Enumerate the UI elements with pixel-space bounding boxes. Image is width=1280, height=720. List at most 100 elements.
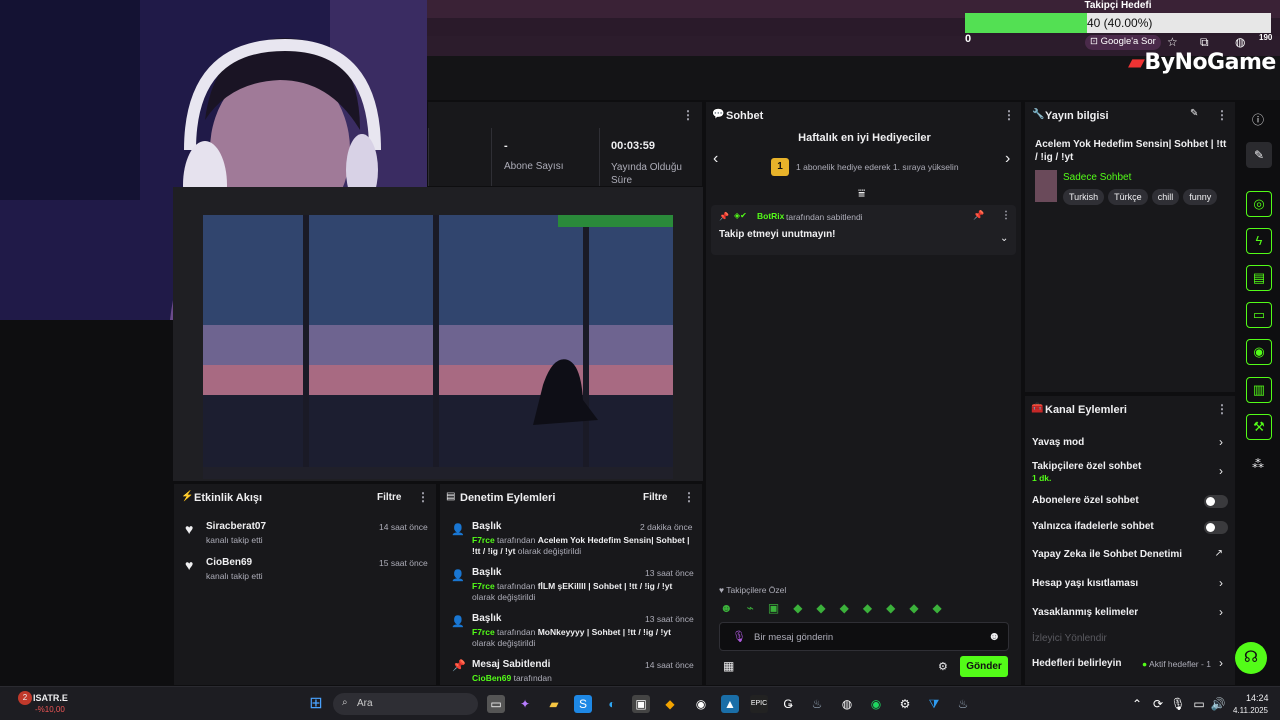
microphone-icon[interactable]: 🎙 (1169, 695, 1187, 713)
user-edit-icon: 👤 (451, 524, 465, 536)
emote-chat-toggle[interactable] (1204, 521, 1228, 534)
chevron-up-icon[interactable]: ⌃ (1128, 695, 1146, 713)
edge-icon[interactable]: ◐ (603, 695, 621, 713)
skype-icon[interactable]: S (574, 695, 592, 713)
ticker-name[interactable]: ISATR.E (33, 693, 68, 703)
slow-mode-row[interactable]: Yavaş mod › (1025, 432, 1235, 454)
windows-start-icon[interactable]: ⊞ (307, 695, 325, 713)
app-icon[interactable]: Ǥ (779, 695, 797, 713)
steam-icon[interactable]: ♨ (808, 695, 826, 713)
mod-user[interactable]: CioBen69 (472, 673, 511, 683)
mod-mid: tarafından (494, 581, 538, 591)
stream-preview-video[interactable] (203, 215, 673, 479)
store-app-icon[interactable]: ▣ (632, 695, 650, 713)
chat-title: Sohbet (726, 110, 764, 122)
photos-icon[interactable]: ▲ (721, 695, 739, 713)
chrome-icon[interactable]: ◉ (692, 695, 710, 713)
profile-icon[interactable]: ◍ (1235, 35, 1245, 49)
mod-user[interactable]: F7rce (472, 581, 495, 591)
tag: chill (1151, 189, 1180, 205)
activity-user[interactable]: Siracberat07 (206, 521, 266, 532)
mod-user[interactable]: F7rce (472, 535, 495, 545)
mod-filter-button[interactable]: Filtre (643, 492, 667, 503)
goals-status-text: Aktif hedefler - 1 (1149, 659, 1211, 669)
info-icon[interactable]: ⓘ (1252, 111, 1264, 128)
actions-more-icon[interactable]: ⋮ (1216, 402, 1228, 416)
bolt-tool-icon[interactable]: ϟ (1246, 228, 1272, 254)
volume-icon[interactable]: 🔊 (1209, 695, 1227, 713)
chat-input[interactable]: 🎙 Bir mesaj gönderin ☻ (719, 622, 1009, 651)
app-icon[interactable]: ◍ (838, 695, 856, 713)
emoji-icon[interactable]: ☻ (988, 629, 1001, 643)
pinned-more-icon[interactable]: ⋮ (1001, 210, 1011, 221)
google-ask-button[interactable]: ⊡ Google'a Sor (1085, 35, 1161, 50)
followers-chat-row[interactable]: Takipçilere özel sohbet 1 dk. › (1025, 458, 1235, 486)
file-explorer-icon[interactable]: ▰ (545, 695, 563, 713)
toolbox-icon: 🧰 (1031, 403, 1044, 414)
age-limit-row[interactable]: Hesap yaşı kısıtlaması › (1025, 573, 1235, 595)
copilot-icon[interactable]: ✦ (516, 695, 534, 713)
emote-bar[interactable]: ☻⌁▣◆◆◆◆◆◆◆ (720, 601, 1010, 617)
steam-icon[interactable]: ♨ (954, 695, 972, 713)
store-icon[interactable]: ▦ (723, 659, 734, 673)
google-lens-icon: ⊡ (1090, 36, 1101, 47)
mod-more-icon[interactable]: ⋮ (683, 490, 695, 504)
goals-label: Hedefleri belirleyin (1032, 658, 1122, 669)
task-view-icon[interactable]: ▭ (487, 695, 505, 713)
goals-row[interactable]: Hedefleri belirleyin ● Aktif hedefler - … (1025, 653, 1235, 675)
settings-icon[interactable]: ⚙ (938, 660, 948, 673)
mod-user[interactable]: F7rce (472, 627, 495, 637)
chevron-right-icon[interactable]: › (1005, 150, 1010, 168)
activity-user[interactable]: CioBen69 (206, 557, 252, 568)
clock-date[interactable]: 4.11.2025 (1233, 706, 1268, 715)
ai-mod-row[interactable]: Yapay Zeka ile Sohbet Denetimi ↗ (1025, 544, 1235, 566)
layout-tool-icon[interactable]: ▥ (1246, 377, 1272, 403)
info-more-icon[interactable]: ⋮ (1216, 108, 1228, 122)
chat-tool-icon[interactable]: ▭ (1246, 302, 1272, 328)
bot-badge-icon: ◈✔ (734, 211, 747, 220)
unpin-icon[interactable]: 📌 (973, 210, 984, 221)
tag: Turkish (1063, 189, 1105, 205)
edit-icon[interactable]: ✎ (1190, 108, 1198, 119)
camera-tool-icon[interactable]: ◎ (1246, 191, 1272, 217)
epic-games-icon[interactable]: EPIC (750, 695, 768, 713)
vscode-icon[interactable]: ⧩ (925, 695, 943, 713)
broadcast-tool-icon[interactable]: ◉ (1246, 339, 1272, 365)
chevron-right-icon: › (1219, 435, 1223, 449)
sync-icon[interactable]: ⟳ (1149, 695, 1167, 713)
mod-kind: Başlık (472, 613, 502, 624)
subs-chat-label: Abonelere özel sohbet (1032, 495, 1139, 506)
star-icon[interactable]: ☆ (1167, 35, 1178, 49)
mod-mid: tarafından (494, 535, 538, 545)
support-icon[interactable]: ☊ (1235, 642, 1267, 674)
network-icon[interactable]: ▭ (1190, 695, 1208, 713)
activity-more-icon[interactable]: ⋮ (417, 490, 429, 504)
chevron-down-icon[interactable]: ⌄ (1000, 233, 1008, 244)
banned-words-row[interactable]: Yasaklanmış kelimeler › (1025, 602, 1235, 624)
wrench-tool-icon[interactable]: ⚒ (1246, 414, 1272, 440)
send-button[interactable]: Gönder (960, 656, 1008, 677)
settings-app-icon[interactable]: ⚙ (896, 695, 914, 713)
followers-only-label: ♥ Takipçilere Özel (719, 585, 786, 595)
app-icon[interactable]: ◆ (661, 695, 679, 713)
category-name[interactable]: Sadece Sohbet (1063, 172, 1131, 183)
subs-chat-toggle[interactable] (1204, 495, 1228, 508)
edit-tool-icon[interactable]: ✎ (1246, 142, 1272, 168)
notification-badge: 190 (1259, 33, 1273, 42)
document-icon: ▤ (446, 491, 456, 502)
taskbar-search[interactable]: ⌕ Ara (333, 693, 478, 715)
apps-icon[interactable]: ⁂ (1252, 457, 1264, 471)
chat-more-icon[interactable]: ⋮ (1003, 108, 1015, 122)
clock-time[interactable]: 14:24 (1246, 693, 1269, 703)
stats-more-icon[interactable]: ⋮ (682, 108, 694, 122)
bolt-icon: ⚡ (181, 491, 194, 502)
chevron-left-icon[interactable]: ‹ (713, 150, 718, 168)
filter-icon[interactable]: ⩸ (858, 186, 865, 201)
windows-taskbar: 2 ISATR.E -%10,00 ⊞ ⌕ Ara ▭ ✦ ▰ S ◐ ▣ ◆ … (0, 686, 1280, 720)
activity-filter-button[interactable]: Filtre (377, 492, 401, 503)
microphone-icon[interactable]: 🎙 (732, 630, 746, 643)
pinned-user[interactable]: BotRix (757, 211, 784, 221)
spotify-icon[interactable]: ◉ (867, 695, 885, 713)
extension-icon[interactable]: ⧉ (1200, 35, 1209, 50)
notes-tool-icon[interactable]: ▤ (1246, 265, 1272, 291)
